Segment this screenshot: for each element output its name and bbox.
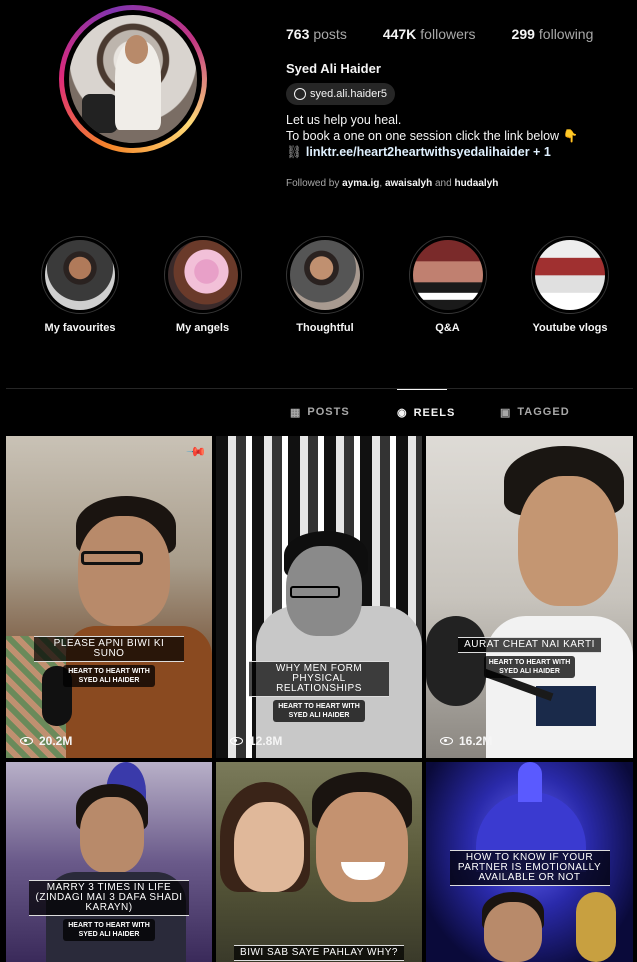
follower-link[interactable]: awaisalyh bbox=[385, 178, 432, 189]
reel-tile[interactable]: WHY MEN FORM PHYSICAL RELATIONSHIPS HEAR… bbox=[216, 436, 422, 758]
posts-stat: 763 posts bbox=[286, 26, 347, 42]
reel-tile[interactable]: MARRY 3 TIMES IN LIFE (ZINDAGI MAI 3 DAF… bbox=[6, 762, 212, 962]
profile-tabs: ▦ POSTS ◉ REELS ▣ TAGGED bbox=[0, 389, 637, 435]
play-count-icon bbox=[20, 737, 33, 745]
reel-title: AURAT CHEAT NAI KARTI bbox=[458, 637, 601, 653]
highlight-item[interactable]: Thoughtful bbox=[275, 236, 375, 334]
view-count: 16.2M bbox=[440, 734, 492, 748]
play-count-icon bbox=[230, 737, 243, 745]
profile-avatar[interactable] bbox=[59, 5, 207, 153]
following-stat[interactable]: 299 following bbox=[512, 26, 594, 42]
bio-line: To book a one on one session click the l… bbox=[286, 129, 579, 143]
reel-title: BIWI SAB SAYE PAHLAY WHY? bbox=[234, 945, 404, 961]
reel-tile[interactable]: 📌 PLEASE APNI BIWI KI SUNO HEART TO HEAR… bbox=[6, 436, 212, 758]
story-highlights: My favourites My angels Thoughtful Q&A Y… bbox=[30, 236, 620, 334]
link-icon: ⛓ bbox=[286, 145, 302, 159]
grid-icon: ▦ bbox=[290, 406, 302, 419]
threads-icon bbox=[294, 88, 306, 100]
view-count: 20.2M bbox=[20, 734, 72, 748]
reel-subtitle: HEART TO HEART WITH SYED ALI HAIDER bbox=[483, 656, 576, 678]
threads-badge[interactable]: syed.ali.haider5 bbox=[286, 83, 396, 105]
tab-reels[interactable]: ◉ REELS bbox=[397, 389, 454, 435]
profile-name: Syed Ali Haider bbox=[286, 61, 381, 76]
reels-icon: ◉ bbox=[397, 407, 408, 419]
reel-tile[interactable]: BIWI SAB SAYE PAHLAY WHY? bbox=[216, 762, 422, 962]
profile-stats: 763 posts 447K followers 299 following bbox=[286, 26, 629, 42]
followers-stat[interactable]: 447K followers bbox=[383, 26, 476, 42]
highlight-item[interactable]: My angels bbox=[153, 236, 253, 334]
reel-subtitle: HEART TO HEART WITH SYED ALI HAIDER bbox=[63, 665, 155, 687]
bio-line: Let us help you heal. bbox=[286, 113, 402, 127]
reel-subtitle: HEART TO HEART WITH SYED ALI HAIDER bbox=[273, 700, 365, 722]
pin-icon: 📌 bbox=[185, 440, 208, 463]
tab-tagged[interactable]: ▣ TAGGED bbox=[500, 389, 570, 435]
play-count-icon bbox=[440, 737, 453, 745]
threads-handle: syed.ali.haider5 bbox=[310, 88, 388, 100]
reel-subtitle: HEART TO HEART WITH SYED ALI HAIDER bbox=[63, 919, 155, 941]
highlight-item[interactable]: Q&A bbox=[398, 236, 498, 334]
highlight-item[interactable]: My favourites bbox=[30, 236, 130, 334]
reel-title: PLEASE APNI BIWI KI SUNO bbox=[34, 636, 184, 662]
reel-tile[interactable]: HOW TO KNOW IF YOUR PARTNER IS EMOTIONAL… bbox=[426, 762, 633, 962]
view-count: 12.8M bbox=[230, 734, 282, 748]
follower-link[interactable]: ayma.ig bbox=[342, 178, 379, 189]
follower-link[interactable]: hudaalyh bbox=[454, 178, 498, 189]
bio-link[interactable]: ⛓ linktr.ee/heart2heartwithsyedalihaider … bbox=[286, 144, 578, 160]
highlight-item[interactable]: Youtube vlogs bbox=[520, 236, 620, 334]
profile-bio: Let us help you heal. To book a one on o… bbox=[286, 112, 578, 160]
tagged-icon: ▣ bbox=[500, 406, 512, 419]
reel-title: MARRY 3 TIMES IN LIFE (ZINDAGI MAI 3 DAF… bbox=[29, 880, 189, 916]
followed-by: Followed by ayma.ig, awaisalyh and hudaa… bbox=[286, 178, 499, 189]
reel-title: HOW TO KNOW IF YOUR PARTNER IS EMOTIONAL… bbox=[449, 850, 610, 886]
reel-tile[interactable]: AURAT CHEAT NAI KARTI HEART TO HEART WIT… bbox=[426, 436, 633, 758]
tab-posts[interactable]: ▦ POSTS bbox=[290, 389, 350, 435]
reel-title: WHY MEN FORM PHYSICAL RELATIONSHIPS bbox=[249, 661, 389, 697]
